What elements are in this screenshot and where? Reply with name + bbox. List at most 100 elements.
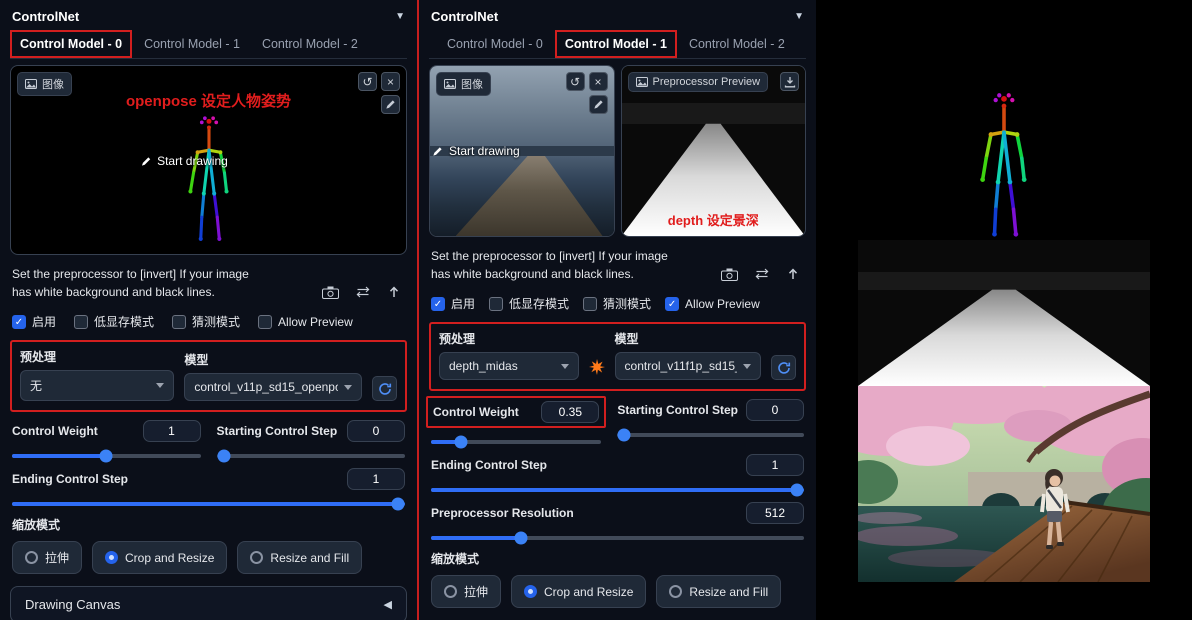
tab-control-model-2[interactable]: Control Model - 2: [252, 30, 368, 58]
checkbox-label: 启用: [32, 313, 56, 330]
control-weight-input[interactable]: 1: [143, 420, 201, 442]
webcam-toolbar: [721, 267, 804, 283]
checkbox-allow-preview[interactable]: Allow Preview: [665, 295, 760, 312]
send-dimensions-button[interactable]: [786, 267, 800, 281]
sketch-button[interactable]: [381, 95, 400, 114]
drawing-canvas-accordion[interactable]: Drawing Canvas ◀: [10, 586, 407, 620]
checkbox-allow-preview[interactable]: Allow Preview: [258, 313, 353, 330]
image-badge-label: 图像: [42, 76, 64, 92]
starting-step-label: Starting Control Step: [617, 403, 738, 417]
preprocessor-dropdown[interactable]: depth_midas: [439, 352, 579, 380]
image-toolbar: ↺ ×: [358, 72, 400, 114]
radio-icon: [669, 585, 682, 598]
radio-icon: [105, 551, 118, 564]
close-button[interactable]: ×: [381, 72, 400, 91]
tab-label: Control Model - 1: [144, 37, 240, 51]
preprocessor-model-section: 预处理 depth_midas 模型 control_v11f1p_sd15_d: [429, 322, 806, 391]
radio-icon: [250, 551, 263, 564]
starting-step-input[interactable]: 0: [746, 399, 804, 421]
note-row: Set the preprocessor to [invert] If your…: [12, 265, 405, 301]
resize-option-resize-and-fill[interactable]: Resize and Fill: [237, 541, 362, 574]
checkbox-label: 启用: [451, 295, 475, 312]
checkbox-icon: [12, 315, 26, 329]
refresh-models-button[interactable]: [372, 376, 397, 401]
ending-step-slider[interactable]: [12, 502, 405, 506]
tab-control-model-2[interactable]: Control Model - 2: [679, 30, 795, 58]
refresh-models-button[interactable]: [771, 355, 796, 380]
control-weight-highlight: Control Weight 0.35: [426, 396, 606, 428]
ending-step-label: Ending Control Step: [431, 458, 547, 472]
resize-option-crop-and-resize[interactable]: Crop and Resize: [511, 575, 646, 608]
checkbox-enable[interactable]: 启用: [12, 313, 56, 330]
checkbox-guess-mode[interactable]: 猜测模式: [172, 313, 240, 330]
ending-step-block: Ending Control Step 1: [12, 468, 405, 506]
tab-bar: Control Model - 0 Control Model - 1 Cont…: [10, 30, 407, 59]
resize-option-resize-and-fill[interactable]: Resize and Fill: [656, 575, 781, 608]
preprocessor-dropdown[interactable]: 无: [20, 370, 174, 401]
checkbox-lowvram[interactable]: 低显存模式: [489, 295, 569, 312]
resize-mode-label: 缩放模式: [12, 516, 405, 533]
control-weight-slider[interactable]: [12, 454, 201, 458]
camera-button[interactable]: [721, 268, 738, 281]
options-row: 启用 低显存模式 猜测模式 Allow Preview: [12, 313, 405, 330]
camera-button[interactable]: [322, 286, 339, 299]
starting-step-slider[interactable]: [617, 433, 804, 437]
close-button[interactable]: ×: [589, 72, 608, 91]
options-row: 启用 低显存模式 猜测模式 Allow Preview: [431, 295, 804, 312]
tab-control-model-1[interactable]: Control Model - 1: [555, 30, 677, 58]
control-weight-input[interactable]: 0.35: [541, 401, 599, 423]
ending-step-input[interactable]: 1: [746, 454, 804, 476]
control-weight-slider[interactable]: [431, 440, 601, 444]
image-upload-area[interactable]: 图像 ↺ × openpose 设定人物姿势: [10, 65, 407, 255]
model-dropdown[interactable]: control_v11p_sd15_openpo: [184, 373, 362, 401]
preprocessor-model-section: 预处理 无 模型 control_v11p_sd15_openpo: [10, 340, 407, 412]
ending-step-input[interactable]: 1: [347, 468, 405, 490]
mirror-webcam-button[interactable]: [355, 286, 371, 298]
preprocessor-resolution-slider[interactable]: [431, 536, 804, 540]
image-toolbar: ↺ ×: [566, 72, 608, 114]
resize-option-stretch[interactable]: 拉伸: [431, 575, 501, 608]
resize-option-stretch[interactable]: 拉伸: [12, 541, 82, 574]
depth-annotation: depth 设定景深: [622, 210, 806, 229]
run-preprocessor-button[interactable]: [589, 359, 605, 375]
download-icon: [784, 76, 796, 88]
checkbox-icon: [172, 315, 186, 329]
checkbox-label: 低显存模式: [509, 295, 569, 312]
model-dropdown[interactable]: control_v11f1p_sd15_d: [615, 352, 761, 380]
dropdown-value: 无: [30, 377, 42, 394]
starting-step-input[interactable]: 0: [347, 420, 405, 442]
checkbox-enable[interactable]: 启用: [431, 295, 475, 312]
controlnet-panel-unit0: ControlNet ▼ Control Model - 0 Control M…: [0, 0, 419, 620]
starting-step-block: Starting Control Step 0: [217, 420, 406, 458]
tab-label: Control Model - 1: [565, 37, 667, 51]
control-weight-label: Control Weight: [12, 424, 98, 438]
tab-control-model-1[interactable]: Control Model - 1: [134, 30, 250, 58]
openpose-result-image: [858, 56, 1150, 240]
tab-control-model-0[interactable]: Control Model - 0: [10, 30, 132, 58]
undo-button[interactable]: ↺: [566, 72, 585, 91]
ending-step-slider[interactable]: [431, 488, 804, 492]
checkbox-guess-mode[interactable]: 猜测模式: [583, 295, 651, 312]
panel-header: ControlNet ▼: [429, 4, 806, 30]
send-dimensions-button[interactable]: [387, 285, 401, 299]
starting-step-label: Starting Control Step: [217, 424, 338, 438]
start-drawing-label: Start drawing: [432, 144, 520, 158]
collapse-icon[interactable]: ▼: [395, 11, 405, 22]
tab-control-model-0[interactable]: Control Model - 0: [437, 30, 553, 58]
checkbox-lowvram[interactable]: 低显存模式: [74, 313, 154, 330]
collapse-icon[interactable]: ▼: [794, 11, 804, 22]
image-upload-area[interactable]: 图像 ↺ × Start drawing: [429, 65, 615, 237]
model-field: 模型 control_v11p_sd15_openpo: [184, 351, 362, 401]
download-button[interactable]: [780, 72, 799, 91]
starting-step-slider[interactable]: [217, 454, 406, 458]
refresh-icon: [777, 361, 791, 375]
resize-option-crop-and-resize[interactable]: Crop and Resize: [92, 541, 227, 574]
undo-icon: ↺: [570, 76, 580, 88]
openpose-skeleton-image: [176, 108, 242, 246]
preprocessor-resolution-label: Preprocessor Resolution: [431, 506, 574, 520]
preprocessor-resolution-input[interactable]: 512: [746, 502, 804, 524]
sketch-button[interactable]: [589, 95, 608, 114]
mirror-webcam-button[interactable]: [754, 268, 770, 280]
undo-button[interactable]: ↺: [358, 72, 377, 91]
preprocessor-field: 预处理 无: [20, 348, 174, 401]
